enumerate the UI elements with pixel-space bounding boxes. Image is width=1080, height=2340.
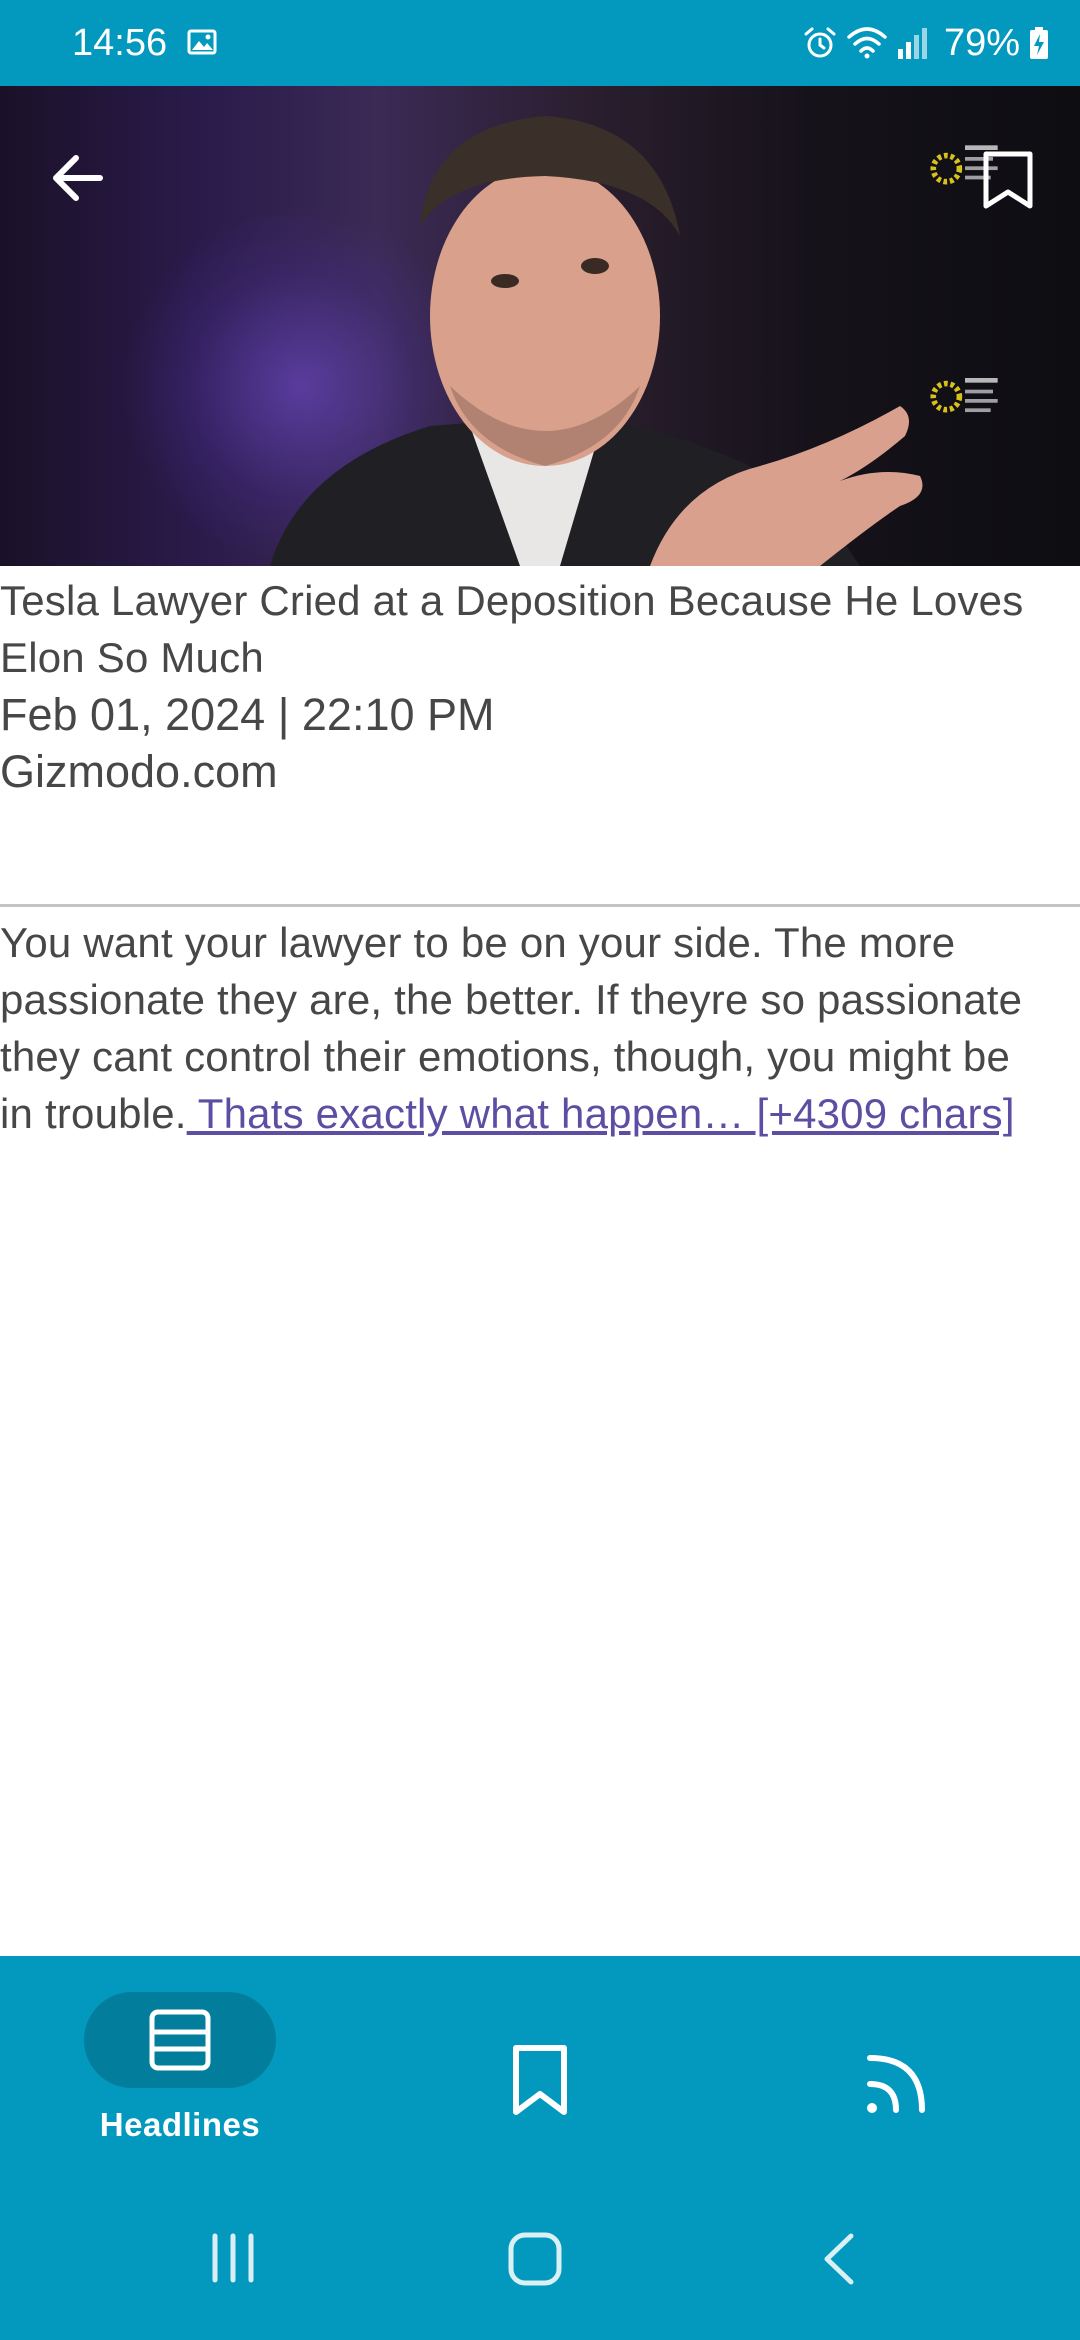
battery-charging-icon bbox=[1030, 27, 1048, 59]
article-header: Tesla Lawyer Cried at a Deposition Becau… bbox=[0, 572, 1080, 800]
alarm-icon bbox=[804, 27, 836, 58]
status-bar: 14:56 79% bbox=[0, 0, 1080, 86]
battery-percentage: 79% bbox=[943, 22, 1020, 64]
nav-item-headlines[interactable]: Headlines bbox=[80, 1992, 280, 2144]
gallery-icon bbox=[187, 29, 217, 55]
article-title: Tesla Lawyer Cried at a Deposition Becau… bbox=[0, 577, 1024, 681]
feed-icon bbox=[867, 2055, 925, 2113]
hero-image bbox=[0, 86, 1080, 566]
signal-icon bbox=[897, 28, 927, 59]
article-source: Gizmodo.com bbox=[0, 746, 278, 797]
status-time: 14:56 bbox=[72, 22, 168, 64]
back-arrow-icon[interactable] bbox=[44, 146, 124, 210]
nav-label-headlines: Headlines bbox=[99, 2106, 261, 2143]
bookmark-icon[interactable] bbox=[976, 148, 1040, 212]
wifi-icon bbox=[847, 27, 887, 59]
article-body: You want your lawyer to be on your side.… bbox=[0, 914, 1040, 1142]
nav-item-bookmarks[interactable] bbox=[440, 1992, 640, 2128]
status-icons: 79% bbox=[802, 20, 1050, 66]
divider bbox=[0, 904, 1080, 907]
bookmark-icon bbox=[513, 2045, 567, 2115]
headlines-icon bbox=[149, 2009, 211, 2071]
event-logo bbox=[930, 378, 998, 413]
nav-item-feed[interactable] bbox=[800, 1992, 1000, 2128]
home-icon[interactable] bbox=[506, 2230, 564, 2288]
read-more-link[interactable]: Thats exactly what happen… [+4309 chars] bbox=[187, 1090, 1015, 1137]
article-date: Feb 01, 2024 | 22:10 PM bbox=[0, 689, 495, 740]
hero-portrait bbox=[270, 116, 923, 566]
bottom-navigation: Headlines bbox=[0, 1956, 1080, 2340]
recents-icon[interactable] bbox=[205, 2230, 261, 2286]
system-navigation bbox=[0, 2210, 1080, 2310]
nav-active-indicator bbox=[84, 1992, 276, 2088]
back-icon[interactable] bbox=[815, 2230, 863, 2288]
